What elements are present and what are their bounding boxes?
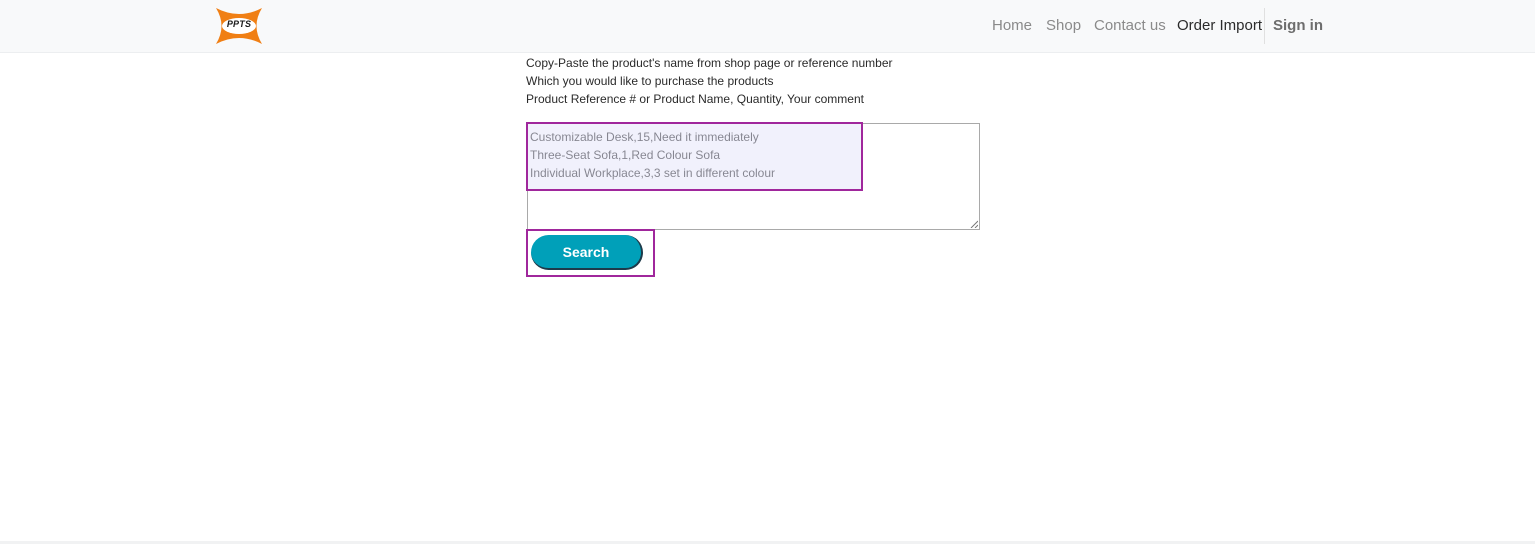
logo-text: PPTS [226, 19, 252, 29]
order-lines-textarea[interactable] [528, 124, 979, 229]
nav-divider [1264, 8, 1265, 44]
nav-order-import[interactable]: Order Import [1177, 17, 1262, 34]
sign-in-link[interactable]: Sign in [1273, 17, 1323, 34]
nav-contact-us[interactable]: Contact us [1094, 17, 1166, 34]
nav-shop[interactable]: Shop [1046, 17, 1081, 34]
instruction-line-2: Which you would like to purchase the pro… [526, 74, 774, 88]
order-lines-container [527, 123, 980, 230]
instruction-line-1: Copy-Paste the product's name from shop … [526, 56, 893, 70]
instruction-line-3: Product Reference # or Product Name, Qua… [526, 92, 864, 106]
search-button[interactable]: Search [531, 235, 643, 270]
resize-grip-icon[interactable] [970, 220, 978, 228]
ppts-logo[interactable]: PPTS [213, 6, 265, 46]
order-import-instructions: Copy-Paste the product's name from shop … [526, 54, 893, 108]
nav-home[interactable]: Home [992, 17, 1032, 34]
top-navbar: PPTS Home Shop Contact us Order Import S… [0, 0, 1535, 53]
